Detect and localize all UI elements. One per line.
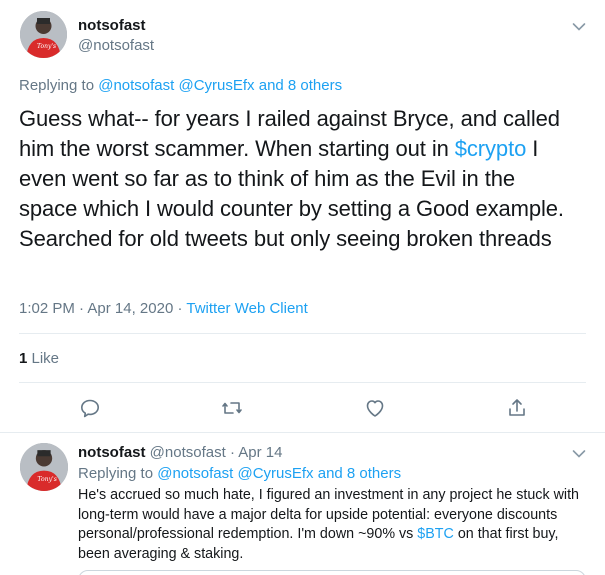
cashtag-link[interactable]: $crypto (455, 136, 527, 161)
handle[interactable]: @notsofast (78, 37, 154, 54)
replying-to-label: Replying to (19, 77, 99, 94)
avatar-image: Tony's (20, 11, 67, 58)
tweet-text: Guess what-- for years I railed against … (19, 104, 579, 254)
tweet-time[interactable]: 1:02 PM (19, 300, 75, 317)
tweet-date[interactable]: Apr 14, 2020 (87, 300, 173, 317)
handle[interactable]: @notsofast (150, 444, 226, 461)
reply-icon[interactable] (78, 396, 102, 420)
like-icon[interactable] (363, 396, 387, 420)
likes-count[interactable]: 1 Like (19, 350, 59, 367)
svg-text:Tony's: Tony's (37, 476, 56, 483)
avatar-image: Tony's (20, 443, 68, 491)
replying-to-mentions[interactable]: @notsofast @CyrusEfx and 8 others (98, 77, 342, 94)
quoted-card[interactable] (78, 570, 586, 575)
replying-to: Replying to @notsofast @CyrusEfx and 8 o… (19, 77, 342, 94)
chevron-down-icon[interactable] (572, 446, 586, 458)
replying-to-label: Replying to (78, 465, 158, 482)
divider (19, 382, 586, 383)
retweet-icon[interactable] (220, 396, 244, 420)
main-tweet: Tony's notsofast @notsofast Replying to … (0, 0, 605, 433)
avatar[interactable]: Tony's (20, 11, 67, 58)
replying-to-mentions[interactable]: @notsofast @CyrusEfx and 8 others (157, 465, 401, 482)
avatar[interactable]: Tony's (20, 443, 68, 491)
display-name[interactable]: notsofast (78, 444, 146, 461)
display-name[interactable]: notsofast (78, 17, 146, 34)
divider (19, 333, 586, 334)
reply-tweet[interactable]: Tony's notsofast @notsofast · Apr 14 Rep… (0, 434, 605, 575)
svg-text:Tony's: Tony's (37, 43, 56, 50)
chevron-down-icon[interactable] (572, 19, 586, 31)
replying-to: Replying to @notsofast @CyrusEfx and 8 o… (78, 465, 401, 482)
tweet-meta: 1:02 PM · Apr 14, 2020 · Twitter Web Cli… (19, 300, 308, 317)
like-count-label: Like (27, 350, 60, 367)
reply-header: notsofast @notsofast · Apr 14 (78, 444, 283, 461)
cashtag-link[interactable]: $BTC (417, 526, 454, 542)
tweet-date[interactable]: Apr 14 (238, 444, 282, 461)
share-icon[interactable] (505, 396, 529, 420)
tweet-client-link[interactable]: Twitter Web Client (186, 300, 307, 317)
reply-text: He's accrued so much hate, I figured an … (78, 486, 588, 564)
